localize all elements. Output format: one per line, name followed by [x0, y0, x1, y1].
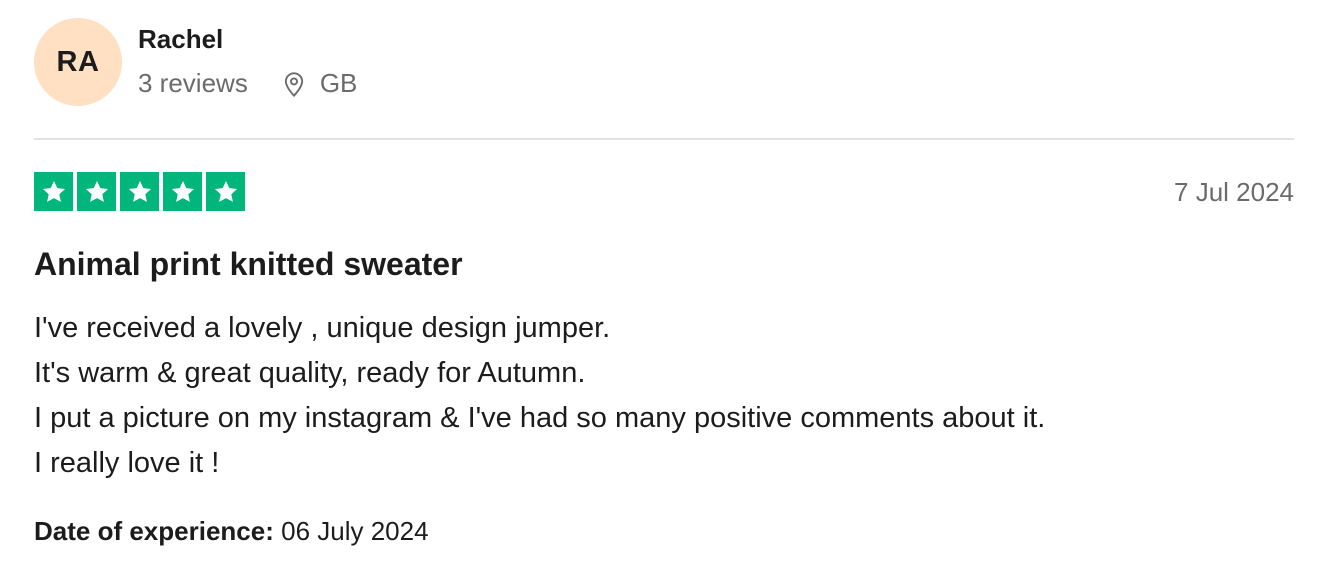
star-icon — [206, 172, 245, 211]
star-rating — [34, 172, 245, 211]
avatar[interactable]: RA — [34, 18, 122, 106]
review-body-line: I really love it ! — [34, 447, 220, 479]
review-body: I've received a lovely , unique design j… — [34, 306, 1045, 486]
star-icon — [163, 172, 202, 211]
date-of-experience: Date of experience: 06 July 2024 — [34, 516, 429, 547]
review-body-line: I put a picture on my instagram & I've h… — [34, 402, 1046, 434]
star-icon — [77, 172, 116, 211]
consumer-info: RA Rachel 3 reviews GB — [34, 18, 1294, 108]
divider — [34, 138, 1294, 140]
review-date: 7 Jul 2024 — [1174, 177, 1294, 207]
star-icon — [34, 172, 73, 211]
review-card: RA Rachel 3 reviews GB 7 Jul 2024 Animal… — [34, 0, 1294, 565]
review-body-line: I've received a lovely , unique design j… — [34, 312, 611, 344]
avatar-initials: RA — [56, 45, 100, 78]
location-pin-icon — [280, 70, 308, 98]
consumer-country: GB — [319, 68, 358, 98]
consumer-name[interactable]: Rachel — [138, 24, 223, 55]
consumer-meta: 3 reviews GB — [138, 68, 357, 99]
experience-date: 06 July 2024 — [281, 516, 429, 546]
review-title[interactable]: Animal print knitted sweater — [34, 246, 463, 283]
experience-label: Date of experience: — [34, 516, 274, 546]
star-icon — [120, 172, 159, 211]
review-body-line: It's warm & great quality, ready for Aut… — [34, 357, 586, 389]
review-count: 3 reviews — [138, 68, 248, 98]
